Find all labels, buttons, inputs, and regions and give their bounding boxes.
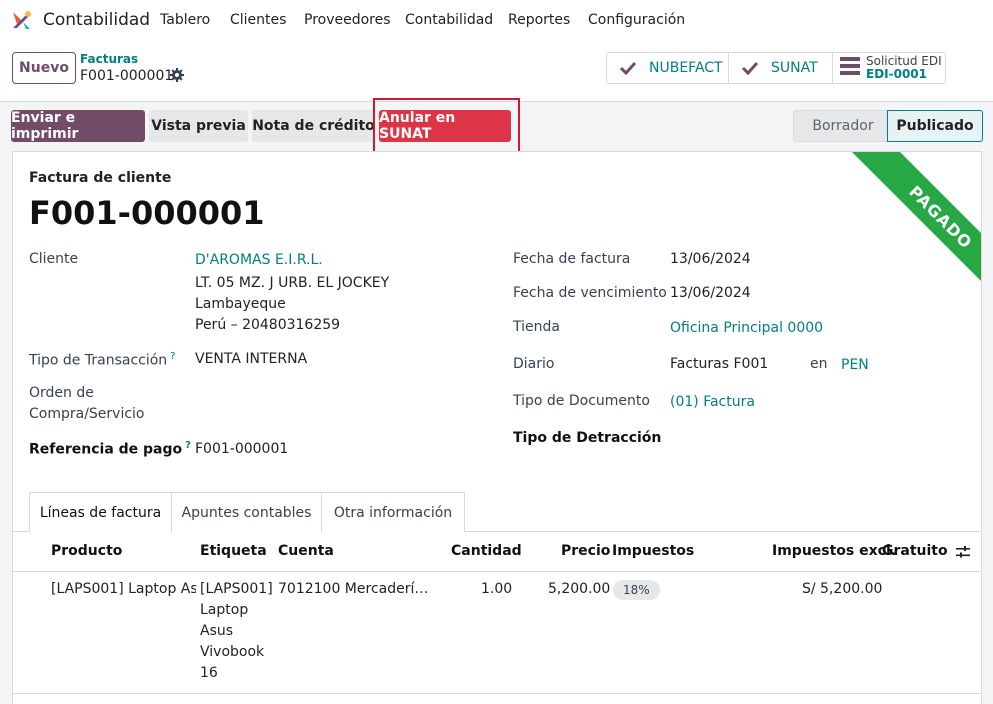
- customer-label: Cliente: [29, 251, 79, 267]
- col-account[interactable]: Cuenta: [278, 543, 334, 559]
- row-quantity[interactable]: 1.00: [481, 579, 512, 600]
- col-free[interactable]: Gratuito: [882, 543, 948, 559]
- preview-button[interactable]: Vista previa: [149, 110, 248, 142]
- row-label-line: Asus: [200, 623, 234, 639]
- payment-reference-label-text: Referencia de pago: [29, 441, 183, 458]
- invoice-date-value[interactable]: 13/06/2024: [670, 251, 751, 267]
- due-date-label: Fecha de vencimiento: [513, 285, 667, 301]
- row-price[interactable]: 5,200.00: [548, 579, 610, 600]
- transaction-type-label: Tipo de Transacción?: [29, 351, 175, 369]
- currency-link[interactable]: PEN: [841, 357, 869, 373]
- transaction-type-label-text: Tipo de Transacción: [29, 352, 168, 369]
- row-label-line: Vivobook: [200, 644, 265, 660]
- customer-link[interactable]: D'AROMAS E.I.R.L.: [195, 252, 323, 268]
- purchase-order-label-1: Orden de: [29, 385, 94, 401]
- edi-title: Solicitud EDI: [866, 54, 942, 68]
- row-product[interactable]: [LAPS001] Laptop Asus: [51, 579, 196, 600]
- breadcrumb-current: F001-000001: [80, 68, 174, 84]
- top-navbar: Contabilidad Tablero Clientes Proveedore…: [0, 0, 993, 40]
- col-product[interactable]: Producto: [51, 543, 122, 559]
- customer-address-2: Lambayeque: [195, 296, 286, 312]
- status-draft[interactable]: Borrador: [793, 110, 893, 142]
- store-link[interactable]: Oficina Principal 0000: [670, 320, 823, 336]
- send-print-button[interactable]: Enviar e imprimir: [11, 110, 145, 142]
- ribbon-label: PAGADO: [851, 152, 981, 300]
- paid-ribbon: PAGADO: [843, 152, 981, 300]
- table-header: Producto Etiqueta Cuenta Cantidad Precio…: [13, 532, 981, 572]
- detraction-type-label: Tipo de Detracción: [513, 430, 662, 446]
- document-type-link[interactable]: (01) Factura: [670, 394, 755, 410]
- journal-label: Diario: [513, 356, 555, 372]
- help-icon[interactable]: ?: [185, 440, 191, 451]
- menu-clientes[interactable]: Clientes: [230, 12, 286, 28]
- status-bar: Borrador Publicado: [793, 110, 983, 142]
- sunat-button[interactable]: SUNAT: [728, 52, 833, 84]
- notebook-tabs: Líneas de factura Apuntes contables Otra…: [13, 492, 981, 533]
- menu-reportes[interactable]: Reportes: [508, 12, 570, 28]
- menu-tablero[interactable]: Tablero: [160, 12, 210, 28]
- document-name: F001-000001: [29, 194, 265, 232]
- payment-reference-value[interactable]: F001-000001: [195, 441, 288, 457]
- col-taxes[interactable]: Impuestos: [612, 543, 694, 559]
- accounting-app-icon[interactable]: [11, 9, 33, 31]
- col-subtotal[interactable]: Impuestos excl.: [772, 543, 896, 559]
- edi-reference: EDI-0001: [866, 67, 928, 81]
- col-price[interactable]: Precio: [561, 543, 610, 559]
- check-icon: [619, 61, 637, 75]
- purchase-order-label-2: Compra/Servicio: [29, 406, 145, 422]
- payment-reference-label: Referencia de pago?: [29, 440, 191, 458]
- row-account[interactable]: 7012100 Mercaderí…: [278, 579, 428, 600]
- row-subtotal: S/ 5,200.00: [802, 581, 883, 597]
- row-label[interactable]: [LAPS001] Laptop Asus Vivobook 16: [200, 579, 273, 684]
- menu-proveedores[interactable]: Proveedores: [304, 12, 391, 28]
- menu-configuracion[interactable]: Configuración: [588, 12, 685, 28]
- breadcrumb-parent[interactable]: Facturas: [80, 52, 138, 66]
- customer-address-1: LT. 05 MZ. J URB. EL JOCKEY: [195, 275, 390, 291]
- row-label-line: Laptop: [200, 602, 249, 618]
- tab-journal-items[interactable]: Apuntes contables: [171, 492, 322, 532]
- server-icon: [840, 57, 860, 75]
- table-row[interactable]: [LAPS001] Laptop Asus [LAPS001] Laptop A…: [13, 572, 981, 694]
- new-button[interactable]: Nuevo: [12, 52, 76, 84]
- sunat-label: SUNAT: [771, 60, 818, 76]
- document-type: Factura de cliente: [29, 170, 172, 186]
- status-posted[interactable]: Publicado: [887, 110, 983, 142]
- journal-value[interactable]: Facturas F001: [670, 356, 768, 372]
- row-label-line: 16: [200, 665, 218, 681]
- row-label-line: [LAPS001]: [200, 581, 273, 597]
- document-type-label: Tipo de Documento: [513, 393, 650, 409]
- store-label: Tienda: [513, 319, 560, 335]
- col-quantity[interactable]: Cantidad: [451, 543, 522, 559]
- nubefact-button[interactable]: NUBEFACT: [606, 52, 729, 84]
- nubefact-label: NUBEFACT: [649, 60, 723, 76]
- journal-in-text: en: [810, 356, 828, 372]
- customer-address-3: Perú – 20480316259: [195, 317, 341, 333]
- invoice-date-label: Fecha de factura: [513, 251, 631, 267]
- column-settings-icon[interactable]: [956, 545, 970, 559]
- transaction-type-value[interactable]: VENTA INTERNA: [195, 351, 307, 367]
- menu-contabilidad[interactable]: Contabilidad: [405, 12, 493, 28]
- col-label[interactable]: Etiqueta: [200, 543, 267, 559]
- gear-icon[interactable]: [170, 68, 184, 82]
- form-sheet: PAGADO Factura de cliente F001-000001 Cl…: [12, 151, 982, 704]
- app-name[interactable]: Contabilidad: [43, 10, 150, 30]
- credit-note-button[interactable]: Nota de crédito: [252, 110, 375, 142]
- due-date-value[interactable]: 13/06/2024: [670, 285, 751, 301]
- highlight-box: [373, 98, 520, 154]
- help-icon[interactable]: ?: [170, 351, 175, 362]
- tab-other-info[interactable]: Otra información: [321, 492, 465, 532]
- check-icon: [741, 61, 759, 75]
- tab-invoice-lines[interactable]: Líneas de factura: [29, 492, 172, 533]
- tax-badge[interactable]: 18%: [613, 580, 660, 600]
